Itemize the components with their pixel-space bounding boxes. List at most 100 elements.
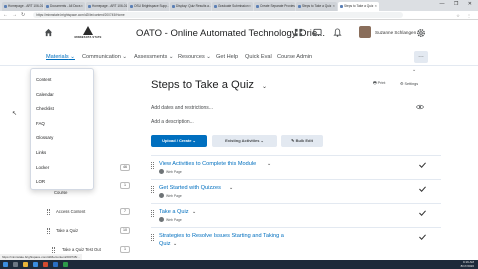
chevron-down-icon[interactable]: ⌄ — [267, 161, 271, 167]
window-controls[interactable]: — ❐ ✕ — [440, 1, 476, 7]
drag-handle-icon[interactable] — [151, 162, 154, 169]
browser-menu-icon[interactable]: ☆ ⋮ — [456, 13, 474, 18]
message-icon[interactable] — [313, 28, 322, 37]
divider — [151, 203, 441, 204]
dropdown-item-links[interactable]: Links — [31, 146, 93, 161]
page-title: Steps to Take a Quiz — [151, 79, 255, 91]
drag-handle-icon[interactable] — [47, 209, 50, 215]
browser-tab[interactable]: Homepage - ART 106-01✕ — [2, 2, 43, 11]
browser-tab[interactable]: Homepage - ART 106-01✕ — [86, 2, 127, 11]
button-label: Existing Activities — [225, 138, 260, 143]
user-menu[interactable]: Suzanne Schlangen — [359, 26, 416, 38]
chevron-down-icon[interactable]: ⌄ — [412, 67, 416, 73]
add-description-link[interactable]: Add a description... — [151, 119, 194, 125]
topic-title[interactable]: Strategies to Resolve Issues Starting an… — [159, 233, 284, 239]
app-icon[interactable] — [63, 262, 68, 267]
divider — [151, 155, 441, 156]
gear-icon[interactable] — [416, 28, 426, 38]
drag-handle-icon[interactable] — [52, 247, 55, 253]
eye-icon[interactable] — [416, 104, 424, 110]
notification-bell-icon[interactable] — [333, 28, 342, 37]
favicon-icon — [256, 5, 259, 8]
existing-activities-button[interactable]: Existing Activities ⌄ — [212, 135, 277, 147]
back-icon[interactable]: ← — [3, 12, 8, 18]
nav-materials[interactable]: Materials ⌄ — [46, 54, 75, 60]
topic-type-label: Web Page — [166, 217, 182, 222]
toc-item-label[interactable]: Take a Quiz Test Out — [62, 247, 101, 252]
tab-label: Homepage - ART 106-01 — [92, 4, 127, 8]
nav-communication[interactable]: Communication ⌄ — [82, 54, 127, 60]
chevron-down-icon[interactable]: ⌄ — [192, 209, 196, 215]
bulk-edit-button[interactable]: ✎ Bulk Edit — [281, 135, 323, 147]
close-tab-icon[interactable]: ✕ — [374, 2, 377, 11]
grid-icon[interactable] — [294, 28, 303, 37]
url-field[interactable]: https://minnstate.brightspace.com/d2l/le… — [33, 12, 404, 18]
globe-icon — [159, 217, 164, 222]
nav-assessments[interactable]: Assessments ⌄ — [134, 54, 174, 60]
drag-handle-icon[interactable] — [151, 186, 154, 193]
topic-title-continued[interactable]: Quiz — [159, 241, 171, 247]
browser-tab[interactable]: Create Separate Proxies✕ — [254, 2, 295, 11]
close-tab-icon[interactable]: ✕ — [80, 2, 83, 11]
browser-icon[interactable] — [33, 262, 38, 267]
chevron-down-icon[interactable]: ⌄ — [262, 83, 267, 90]
search-icon[interactable] — [13, 262, 18, 267]
clock-date: 8/17/2020 — [460, 263, 474, 268]
toc-count-badge: 1 — [120, 246, 130, 253]
nav-get-help[interactable]: Get Help — [216, 54, 238, 60]
favicon-icon — [130, 5, 133, 8]
settings-button[interactable]: ⚙ Settings — [400, 81, 418, 86]
taskbar-clock[interactable]: 9:16 AM 8/17/2020 — [460, 260, 474, 268]
add-dates-link[interactable]: Add dates and restrictions... — [151, 105, 213, 111]
chevron-down-icon[interactable]: ⌄ — [229, 185, 233, 191]
toc-count-badge: 10 — [120, 227, 130, 234]
logo-text: MINNESOTA STATE — [74, 36, 102, 39]
browser-tab[interactable]: Display: Quiz Results a...✕ — [170, 2, 211, 11]
drag-handle-icon[interactable] — [151, 210, 154, 217]
forward-icon[interactable]: → — [12, 12, 17, 18]
nav-label: Assessments — [134, 54, 168, 60]
topic-title[interactable]: Take a Quiz — [159, 209, 189, 215]
drag-handle-icon[interactable] — [47, 228, 50, 234]
nav-label: Materials — [46, 54, 69, 60]
app-icon[interactable] — [43, 262, 48, 267]
os-taskbar: 9:16 AM 8/17/2020 — [0, 260, 478, 269]
close-tab-icon[interactable]: ✕ — [249, 2, 252, 11]
dropdown-item-locker[interactable]: Locker — [31, 161, 93, 176]
home-icon[interactable] — [44, 28, 53, 37]
upload-create-button[interactable]: Upload / Create ⌄ — [151, 135, 207, 147]
dropdown-item-faq[interactable]: FAQ — [31, 117, 93, 132]
dropdown-item-glossary[interactable]: Glossary — [31, 131, 93, 146]
chevron-down-icon[interactable]: ⌄ — [173, 241, 177, 247]
dropdown-item-calendar[interactable]: Calendar — [31, 88, 93, 103]
tab-label: Steps to Take a Quiz — [302, 4, 332, 8]
topic-title[interactable]: Get Started with Quizzes — [159, 185, 221, 191]
institution-logo[interactable]: MINNESOTA STATE — [73, 26, 103, 44]
toc-item-label[interactable]: Take a Quiz — [56, 228, 78, 233]
browser-tab-active[interactable]: Steps to Take a Quiz ✕ — [338, 2, 379, 11]
reload-icon[interactable]: ↻ — [21, 12, 25, 18]
button-label: Upload / Create — [162, 138, 192, 143]
browser-tab[interactable]: Graduate Submission ✕ — [212, 2, 253, 11]
app-icon[interactable] — [53, 262, 58, 267]
browser-tab[interactable]: Documents - All Docs ✕ — [44, 2, 85, 11]
browser-tab[interactable]: OSU Brightspace Supp...✕ — [128, 2, 169, 11]
close-tab-icon[interactable]: ✕ — [332, 2, 335, 11]
folder-icon[interactable] — [23, 262, 28, 267]
nav-resources[interactable]: Resources ⌄ — [178, 54, 211, 60]
drag-handle-icon[interactable] — [151, 234, 154, 241]
dropdown-item-lor[interactable]: LOR — [31, 175, 93, 190]
browser-tab[interactable]: Steps to Take a Quiz ✕ — [296, 2, 337, 11]
nav-course-admin[interactable]: Course Admin — [277, 54, 312, 60]
toc-item-label[interactable]: Access Content — [56, 209, 85, 214]
topic-title[interactable]: View Activities to Complete this Module — [159, 161, 256, 167]
dropdown-item-content[interactable]: Content — [31, 73, 93, 88]
start-icon[interactable] — [3, 262, 8, 267]
nav-quick-eval[interactable]: Quick Eval — [245, 54, 272, 60]
toc-item-label[interactable]: Course — [54, 190, 68, 195]
print-button[interactable]: 🖶 Print — [373, 81, 385, 87]
divider — [151, 227, 441, 228]
more-menu-button[interactable]: … — [414, 51, 428, 63]
dropdown-item-checklist[interactable]: Checklist — [31, 102, 93, 117]
topic-type: Web Page — [159, 193, 182, 198]
